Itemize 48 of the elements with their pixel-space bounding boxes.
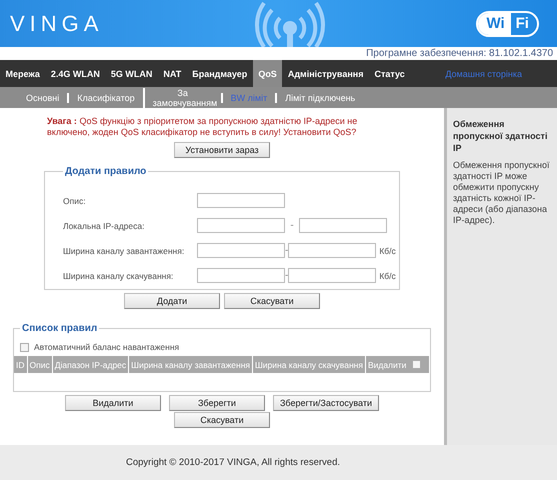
field-label: Ширина каналу завантаження:: [63, 246, 184, 256]
column-header: Видалити: [368, 360, 406, 370]
range-dash: -: [285, 270, 288, 281]
logo: VINGA: [10, 10, 104, 36]
help-title: Обмеження пропускної здатності IP: [453, 118, 548, 154]
panel-title: Додати правило: [64, 166, 148, 177]
save-button[interactable]: Зберегти: [168, 395, 265, 411]
input-field[interactable]: [197, 218, 285, 233]
nav-tab[interactable]: 5G WLAN: [105, 60, 158, 87]
checkbox[interactable]: [412, 360, 422, 369]
nav-tab[interactable]: Статус: [368, 60, 410, 87]
column-header: Ширина каналу завантаження: [131, 360, 250, 370]
input-field[interactable]: [197, 243, 285, 258]
column-header: Ширина каналу скачування: [255, 360, 363, 370]
unit-label: Кб/с: [378, 270, 396, 280]
field-label: Опис:: [63, 196, 86, 206]
install-now-button[interactable]: Установити зараз: [174, 142, 270, 158]
add-button[interactable]: Додати: [124, 293, 220, 309]
input-field[interactable]: [197, 268, 285, 283]
input-field[interactable]: [288, 243, 376, 258]
input-field[interactable]: [299, 218, 387, 233]
save-apply-button[interactable]: Зберегти/Застосувати: [272, 395, 380, 411]
column-header: Діапазон IP-адрес: [54, 360, 126, 370]
range-dash: -: [289, 220, 295, 231]
panel-title: Список правил: [21, 323, 98, 334]
help-text: Обмеження пропускної здатності IP може обмежити пропускну здатність кожної IP-адреси (або діапазона IP-адрес).: [453, 160, 550, 226]
column-header: Опис: [30, 360, 50, 370]
nav-tab[interactable]: Мережа: [0, 60, 46, 87]
range-dash: -: [285, 245, 288, 256]
checkbox[interactable]: [20, 342, 29, 352]
copyright-text: Copyright © 2010-2017 VINGA, All rights reserved.: [126, 457, 340, 468]
unit-label: Кб/с: [378, 246, 396, 256]
delete-button[interactable]: Видалити: [64, 395, 161, 411]
field-label: Ширина каналу скачування:: [63, 270, 174, 280]
input-field[interactable]: [197, 193, 285, 208]
field-label: Локальна IP-адреса:: [63, 220, 144, 230]
warning-message: Увага : QoS функцію з пріоритетом за пропускною здатністю IP-адреси не включено, жоден QoS класифікатор не вступить в силу! Установити QoS?: [47, 116, 358, 137]
wifi-logo: Wi Fi: [476, 10, 539, 36]
nav-tab[interactable]: 2.4G WLAN: [45, 60, 106, 87]
nav-tab[interactable]: Адміністрування: [282, 60, 369, 87]
nav-tab[interactable]: Брандмауер: [186, 60, 253, 87]
input-field[interactable]: [288, 268, 376, 283]
column-header: ID: [16, 360, 24, 370]
cancel-button[interactable]: Скасувати: [224, 293, 320, 309]
checkbox-label: Автоматичний баланс навантаження: [34, 342, 180, 352]
firmware-version: Програмне забезпечення: 81.102.1.4370: [366, 48, 553, 59]
nav-tab[interactable]: NAT: [158, 60, 187, 87]
cancel-button[interactable]: Скасувати: [174, 412, 270, 428]
